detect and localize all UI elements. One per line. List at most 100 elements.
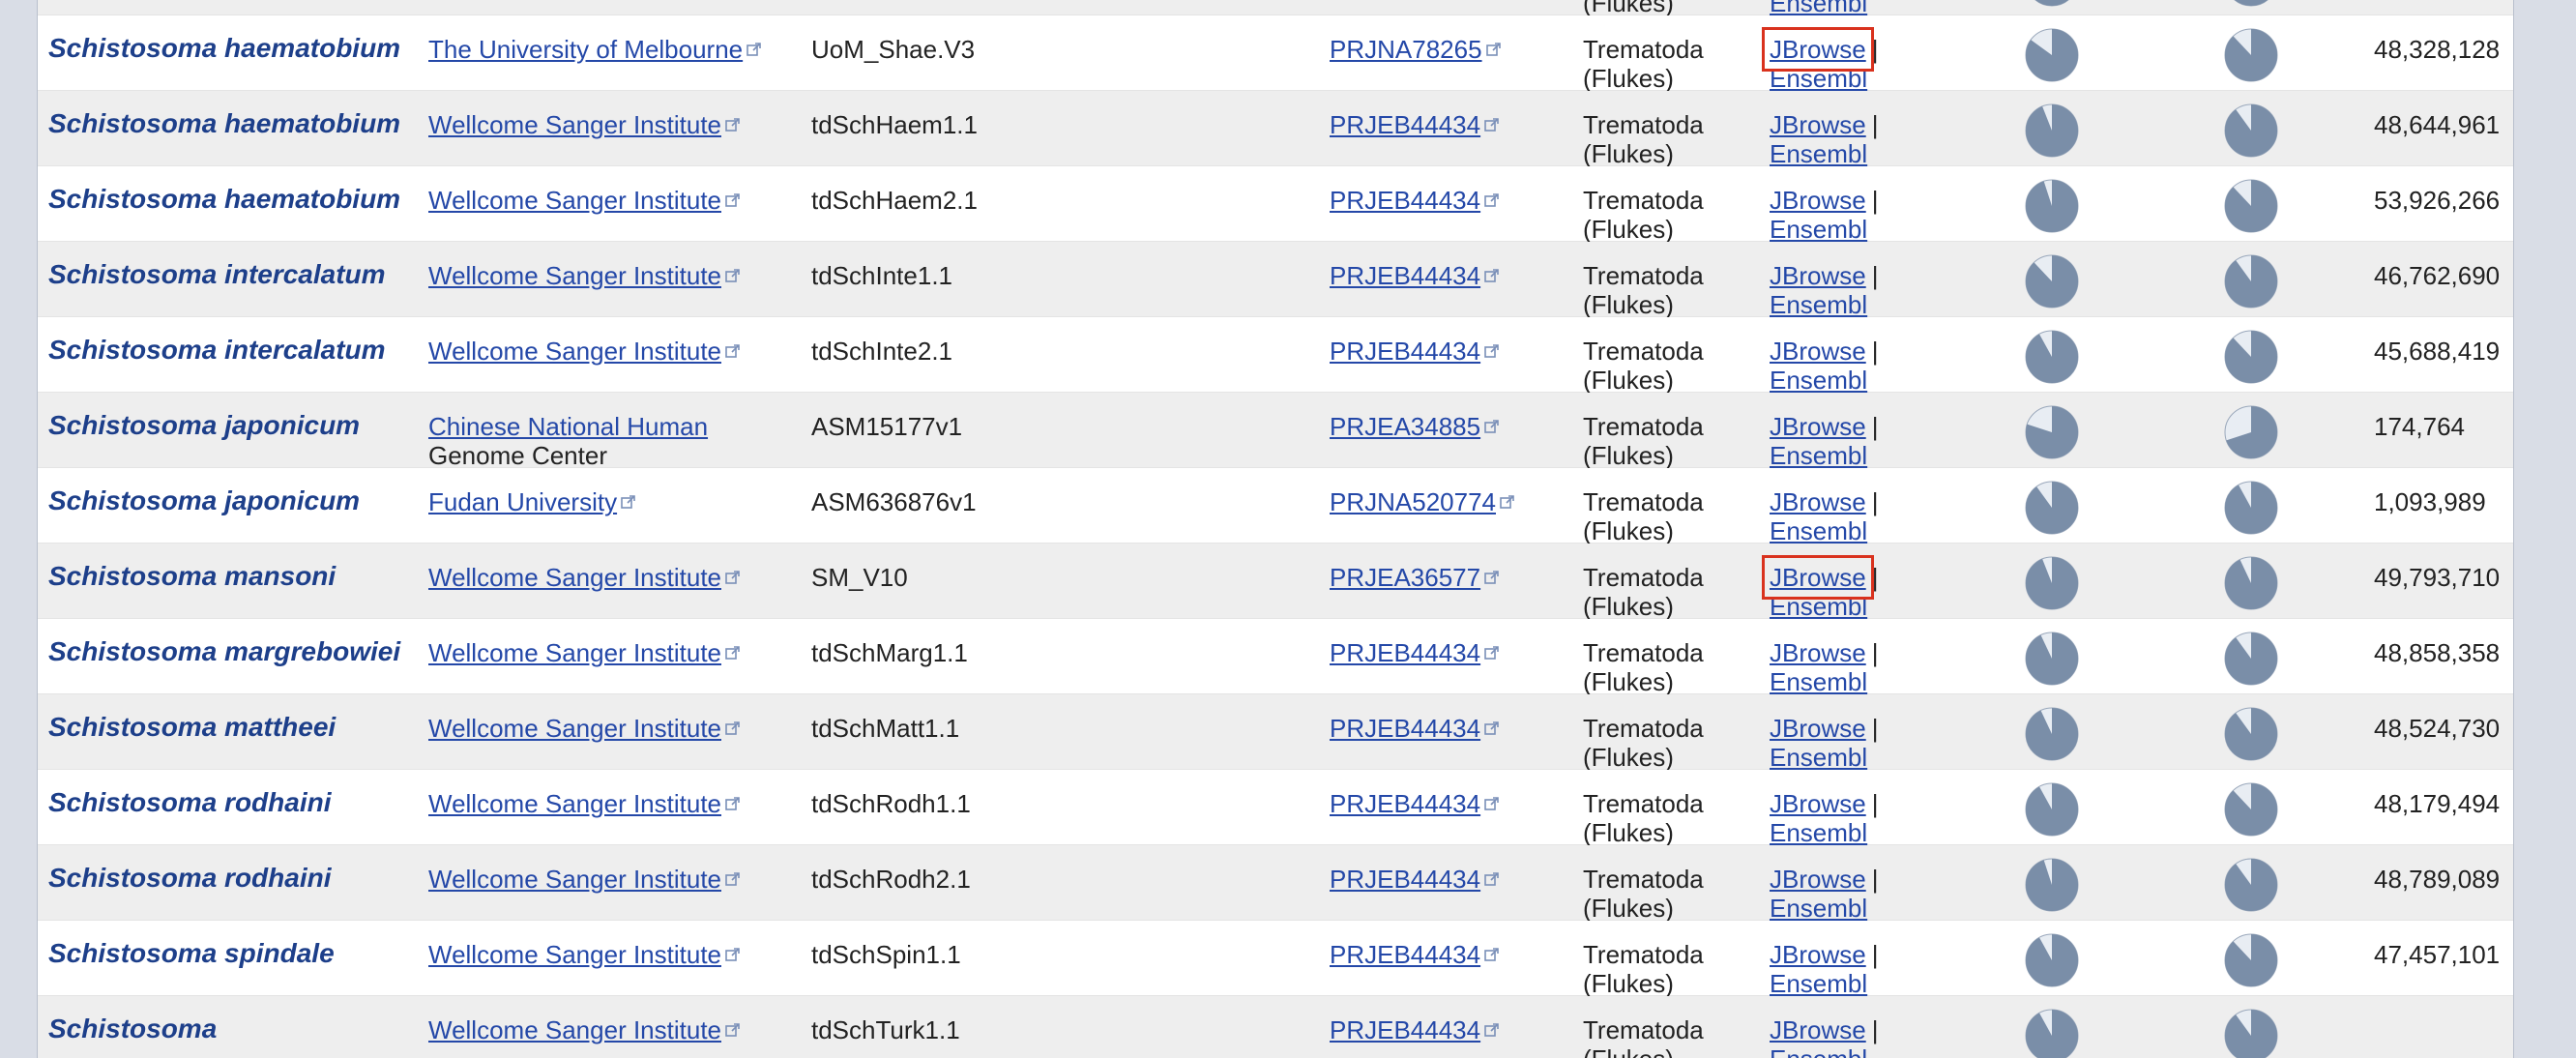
busco-completeness-pie-icon[interactable] [2024,706,2080,762]
provider-link[interactable]: The University of Melbourne [428,35,743,64]
cegma-completeness-pie-icon[interactable] [2223,27,2279,83]
ensembl-link[interactable]: Ensembl [1770,969,1867,998]
bioproject-link[interactable]: PRJNA78265 [1330,35,1482,64]
busco-completeness-pie-icon[interactable] [2024,329,2080,385]
ensembl-link[interactable]: Ensembl [1770,894,1867,923]
bioproject-link[interactable]: PRJEB44434 [1330,940,1480,969]
cegma-completeness-pie-icon[interactable] [2223,253,2279,309]
provider-link[interactable]: Fudan University [428,487,617,516]
bioproject-link[interactable]: PRJNA520774 [1330,487,1496,516]
busco-completeness-pie-icon[interactable] [2024,1008,2080,1058]
ensembl-link[interactable]: Ensembl [1770,667,1867,696]
busco-completeness-pie-icon[interactable] [2024,781,2080,838]
ensembl-link[interactable]: Ensembl [1770,516,1867,545]
genome-size: 53,926,266 [2374,186,2501,215]
cegma-completeness-pie-icon[interactable] [2223,706,2279,762]
provider-link[interactable]: Wellcome Sanger Institute [428,261,721,290]
bioproject-link[interactable]: PRJEB44434 [1330,337,1480,366]
busco-completeness-pie-icon[interactable] [2024,103,2080,159]
provider-link[interactable]: Wellcome Sanger Institute [428,110,721,139]
ensembl-link[interactable]: Ensembl [1770,743,1867,772]
jbrowse-link[interactable]: JBrowse [1762,555,1874,600]
cegma-completeness-pie-icon[interactable] [2223,781,2279,838]
bioproject-link[interactable]: PRJEB44434 [1330,186,1480,215]
ensembl-link[interactable]: Ensembl [1770,818,1867,847]
ensembl-link[interactable]: Ensembl [1770,290,1867,319]
cegma-completeness-pie-icon[interactable] [2223,329,2279,385]
busco-completeness-pie-icon[interactable] [2024,555,2080,611]
jbrowse-link[interactable]: JBrowse [1770,412,1866,441]
taxonomy-cell: Trematoda (Flukes) [1583,865,1747,923]
provider-link[interactable]: Wellcome Sanger Institute [428,865,721,894]
cegma-completeness-pie-icon[interactable] [2223,0,2279,8]
jbrowse-link[interactable]: JBrowse [1770,714,1866,743]
provider-cell: Wellcome Sanger Institute [428,789,805,818]
pie-slice [2225,708,2278,760]
cegma-completeness-pie-icon[interactable] [2223,932,2279,988]
cegma-completeness-pie-icon[interactable] [2223,631,2279,687]
ensembl-link[interactable]: Ensembl [1770,1044,1867,1058]
bioproject-link[interactable]: PRJEB44434 [1330,261,1480,290]
bioproject-link[interactable]: PRJEA36577 [1330,563,1480,592]
ensembl-link[interactable]: Ensembl [1770,366,1867,395]
busco-completeness-pie-icon[interactable] [2024,253,2080,309]
bioproject-link[interactable]: PRJEA34885 [1330,412,1480,441]
external-link-icon [1484,797,1499,810]
ensembl-link[interactable]: Ensembl [1770,139,1867,168]
cegma-completeness-pie-icon[interactable] [2223,404,2279,460]
provider-link[interactable]: Wellcome Sanger Institute [428,186,721,215]
cegma-completeness-pie-icon[interactable] [2223,1008,2279,1058]
provider-link[interactable]: Chinese National Human [428,412,708,441]
bioproject-link[interactable]: PRJEB44434 [1330,865,1480,894]
busco-completeness-pie-icon[interactable] [2024,480,2080,536]
provider-link[interactable]: Wellcome Sanger Institute [428,714,721,743]
ensembl-link[interactable]: Ensembl [1770,441,1867,470]
ensembl-link[interactable]: Ensembl [1770,64,1867,93]
provider-link[interactable]: Wellcome Sanger Institute [428,1015,721,1044]
provider-link[interactable]: Wellcome Sanger Institute [428,638,721,667]
busco-completeness-pie-icon[interactable] [2024,178,2080,234]
jbrowse-link[interactable]: JBrowse [1770,865,1866,894]
busco-completeness-pie-icon[interactable] [2024,27,2080,83]
provider-link[interactable]: Wellcome Sanger Institute [428,337,721,366]
jbrowse-link[interactable]: JBrowse [1770,261,1866,290]
busco-completeness-pie-icon[interactable] [2024,857,2080,913]
busco-completeness-pie-icon[interactable] [2024,404,2080,460]
bioproject-link[interactable]: PRJEB44434 [1330,1015,1480,1044]
jbrowse-link[interactable]: JBrowse [1762,27,1874,72]
cegma-completeness-pie-icon[interactable] [2223,103,2279,159]
jbrowse-link[interactable]: JBrowse [1770,487,1866,516]
cegma-completeness-pie-icon[interactable] [2223,857,2279,913]
ensembl-link[interactable]: Ensembl [1770,215,1867,244]
bioproject-link[interactable]: PRJEB44434 [1330,110,1480,139]
bioproject-link[interactable]: PRJEB44434 [1330,789,1480,818]
jbrowse-link[interactable]: JBrowse [1770,638,1866,667]
provider-link-line2[interactable]: Genome Center [428,441,805,470]
provider-link[interactable]: Wellcome Sanger Institute [428,789,721,818]
busco-completeness-pie-icon[interactable] [2024,631,2080,687]
bioproject-link[interactable]: PRJEB44434 [1330,638,1480,667]
provider-link[interactable]: Wellcome Sanger Institute [428,563,721,592]
external-link-icon [1500,495,1514,509]
busco-completeness-pie-icon[interactable] [2024,932,2080,988]
jbrowse-link[interactable]: JBrowse [1770,110,1866,139]
taxonomy-cell: Trematoda (Flukes) [1583,35,1747,93]
cegma-completeness-pie-icon[interactable] [2223,178,2279,234]
jbrowse-link[interactable]: JBrowse [1770,789,1866,818]
jbrowse-link[interactable]: JBrowse [1770,1015,1866,1044]
cegma-completeness-pie-icon[interactable] [2223,555,2279,611]
taxonomy-cell: Trematoda (Flukes) [1583,261,1747,319]
jbrowse-link[interactable]: JBrowse [1770,186,1866,215]
assembly-name: UoM_Shae.V3 [811,35,976,64]
species-name: Schistosoma mattheei [48,712,337,742]
jbrowse-link[interactable]: JBrowse [1770,940,1866,969]
bioproject-cell: PRJEA34885 [1330,412,1500,441]
jbrowse-link[interactable]: JBrowse [1770,337,1866,366]
bioproject-link[interactable]: PRJEB44434 [1330,714,1480,743]
busco-completeness-pie-icon[interactable] [2024,0,2080,8]
provider-link[interactable]: Wellcome Sanger Institute [428,940,721,969]
ensembl-link[interactable]: Ensembl [1770,592,1867,621]
external-link-icon [725,646,740,660]
table-row: Schistosoma intercalatum Wellcome Sanger… [38,317,2513,395]
cegma-completeness-pie-icon[interactable] [2223,480,2279,536]
